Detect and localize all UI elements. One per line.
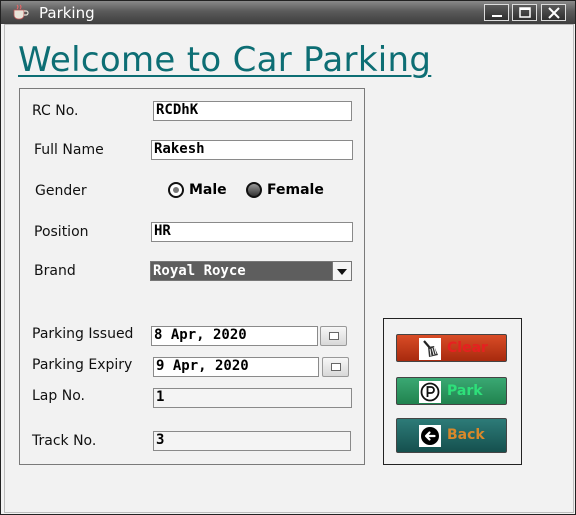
close-icon [548, 7, 560, 19]
back-button[interactable]: Back [396, 418, 507, 453]
parking-expiry-label: Parking Expiry [32, 357, 133, 373]
brand-selected-value: Royal Royce [153, 263, 246, 279]
rc-label: RC No. [32, 103, 79, 119]
parking-issued-date-field[interactable]: 8 Apr, 2020 [151, 326, 318, 346]
back-button-label: Back [447, 427, 485, 443]
window-title: Parking [39, 4, 95, 22]
position-label: Position [34, 224, 89, 240]
female-radio[interactable] [246, 182, 262, 198]
content-pane: Welcome to Car Parking RC No. RCDhK Full… [4, 24, 574, 513]
maximize-icon [519, 7, 531, 18]
java-cup-icon [13, 4, 29, 20]
title-bar[interactable]: Parking [1, 1, 575, 24]
back-arrow-icon [419, 425, 441, 447]
clear-button-label: Clear [447, 340, 488, 356]
male-radio[interactable] [168, 182, 184, 198]
brand-select[interactable]: Royal Royce [150, 261, 352, 281]
full-name-field[interactable]: Rakesh [151, 140, 353, 160]
male-radio-label: Male [189, 182, 227, 198]
brand-label: Brand [34, 263, 76, 279]
parking-expiry-date-field[interactable]: 9 Apr, 2020 [153, 357, 319, 377]
action-panel: Clear Park Back [383, 318, 522, 465]
chevron-down-icon[interactable] [332, 262, 351, 280]
position-field[interactable]: HR [151, 222, 353, 242]
park-button[interactable]: Park [396, 377, 507, 405]
female-radio-label: Female [267, 182, 324, 198]
lap-number-field[interactable]: 1 [153, 388, 352, 408]
maximize-button[interactable] [512, 4, 537, 21]
clear-button[interactable]: Clear [396, 334, 507, 362]
minimize-button[interactable] [484, 4, 509, 21]
broom-icon [419, 338, 441, 360]
track-number-label: Track No. [32, 433, 97, 449]
rc-number-field[interactable]: RCDhK [153, 101, 352, 121]
park-button-label: Park [447, 383, 483, 399]
parking-sign-icon [419, 381, 441, 403]
gender-label: Gender [35, 183, 87, 199]
lap-number-label: Lap No. [32, 388, 85, 404]
issued-calendar-button[interactable] [320, 326, 347, 346]
parking-issued-label: Parking Issued [32, 326, 134, 342]
close-button[interactable] [541, 4, 566, 21]
parking-window: Parking Welcome to Car Parking RC No. RC… [0, 0, 576, 515]
track-number-field[interactable]: 3 [153, 431, 351, 451]
page-title: Welcome to Car Parking [18, 40, 432, 80]
expiry-calendar-button[interactable] [322, 357, 349, 377]
minimize-icon [492, 15, 502, 17]
full-name-label: Full Name [34, 142, 104, 158]
